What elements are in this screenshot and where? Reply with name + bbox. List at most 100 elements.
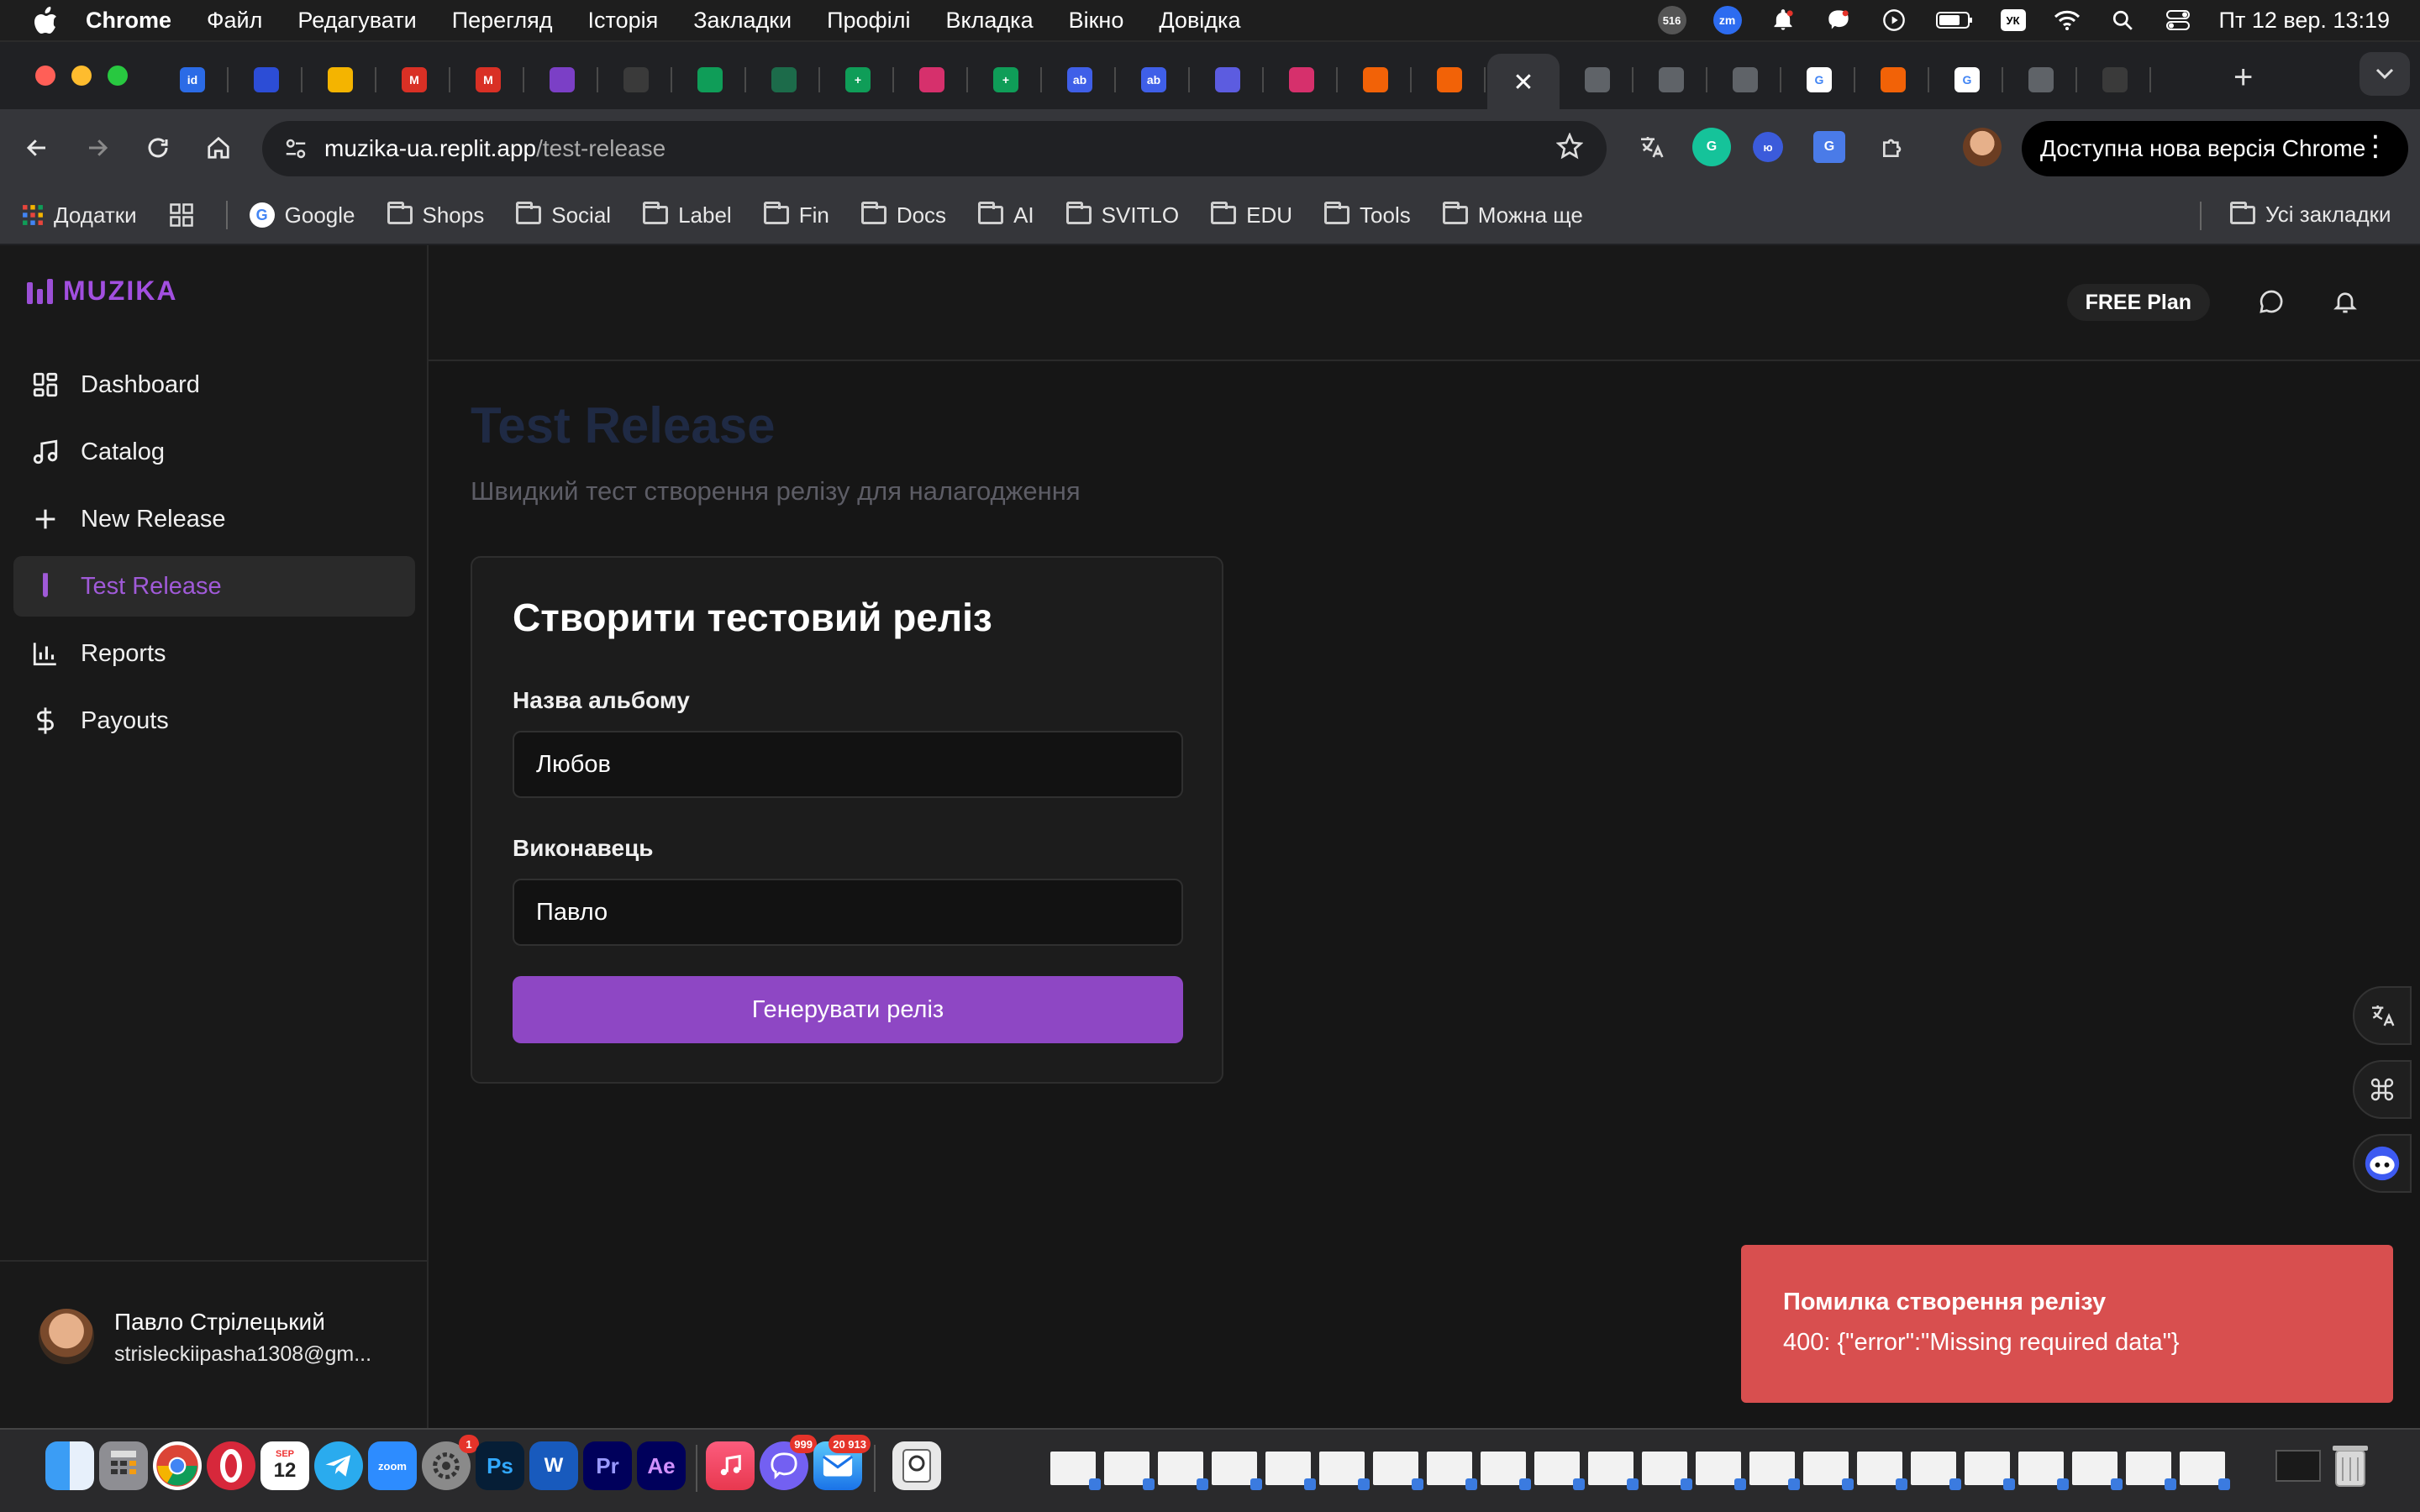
menu-tab[interactable]: Вкладка — [946, 8, 1034, 34]
notification-bell-icon[interactable] — [1769, 6, 1797, 34]
premiere-pro-icon[interactable]: Pr — [583, 1441, 632, 1490]
bell-icon[interactable] — [2326, 282, 2365, 321]
site-settings-icon[interactable] — [279, 132, 313, 165]
minimized-window-thumbnail[interactable] — [2126, 1452, 2176, 1490]
photoshop-icon[interactable]: Ps — [476, 1441, 524, 1490]
browser-tab[interactable] — [304, 54, 376, 106]
close-icon[interactable]: ✕ — [1512, 68, 1534, 97]
minimized-window-thumbnail[interactable] — [2180, 1452, 2230, 1490]
bookmark-folder-svitlo[interactable]: SVITLO — [1065, 202, 1179, 228]
minimized-window-thumbnail[interactable] — [1803, 1452, 1854, 1490]
bookmark-star-icon[interactable] — [1555, 132, 1584, 167]
browser-tab[interactable] — [600, 54, 672, 106]
avatar[interactable] — [39, 1309, 94, 1364]
menu-file[interactable]: Файл — [207, 8, 262, 34]
bookmark-folder-more[interactable]: Можна ще — [1442, 202, 1583, 228]
after-effects-icon[interactable]: Ae — [637, 1441, 686, 1490]
browser-tab[interactable] — [1265, 54, 1338, 106]
tab-groups-button[interactable] — [169, 202, 194, 228]
zoom-status-icon[interactable]: zm — [1712, 6, 1742, 34]
forward-button[interactable] — [79, 129, 116, 166]
minimized-window-thumbnail[interactable] — [1050, 1452, 1101, 1490]
back-button[interactable] — [18, 129, 55, 166]
browser-tab[interactable]: ab — [1118, 54, 1190, 106]
bookmark-folder-fin[interactable]: Fin — [763, 202, 829, 228]
minimized-window-thumbnail[interactable] — [1965, 1452, 2015, 1490]
bookmark-apps[interactable]: Додатки — [22, 202, 137, 228]
browser-tab[interactable] — [2005, 54, 2077, 106]
calendar-icon[interactable]: SEP 12 — [260, 1441, 309, 1490]
bookmark-folder-social[interactable]: Social — [516, 202, 611, 228]
word-icon[interactable]: W — [529, 1441, 578, 1490]
browser-tab[interactable]: id — [156, 54, 229, 106]
minimized-window-thumbnail[interactable] — [1427, 1452, 1477, 1490]
system-settings-icon[interactable]: 1 — [422, 1435, 479, 1490]
wifi-icon[interactable] — [2053, 6, 2081, 34]
status-badge-icon[interactable]: 516 — [1657, 6, 1686, 34]
minimized-window-thumbnail[interactable] — [1696, 1452, 1746, 1490]
home-button[interactable] — [200, 129, 237, 166]
sidebar-item-dashboard[interactable]: Dashboard — [13, 354, 415, 415]
browser-tab-active[interactable]: ✕ — [1487, 54, 1560, 111]
error-toast[interactable]: Помилка створення релізу 400: {"error":"… — [1741, 1245, 2393, 1403]
browser-tab[interactable] — [230, 54, 302, 106]
calculator-icon[interactable] — [99, 1441, 148, 1490]
bookmark-all-folder[interactable]: Усі закладки — [2230, 201, 2391, 228]
apple-menu-icon[interactable] — [32, 6, 60, 34]
bookmark-folder-ai[interactable]: AI — [978, 202, 1034, 228]
browser-tab[interactable]: G — [1783, 54, 1855, 106]
preview-document-icon[interactable] — [892, 1441, 941, 1490]
translate-widget-button[interactable] — [2353, 986, 2412, 1045]
album-name-input[interactable] — [513, 731, 1183, 798]
browser-tab[interactable]: + — [970, 54, 1042, 106]
bookmark-folder-shops[interactable]: Shops — [387, 202, 484, 228]
minimized-window-thumbnail[interactable] — [2072, 1452, 2123, 1490]
browser-tab[interactable] — [748, 54, 820, 106]
minimized-window-thumbnail[interactable] — [1265, 1452, 1316, 1490]
minimized-window-ae[interactable] — [2274, 1441, 2323, 1490]
menu-history[interactable]: Історія — [588, 8, 659, 34]
minimized-window-thumbnail[interactable] — [1104, 1452, 1155, 1490]
bookmark-google[interactable]: G Google — [249, 202, 355, 228]
bookmark-folder-tools[interactable]: Tools — [1324, 202, 1411, 228]
extensions-puzzle-icon[interactable] — [1874, 128, 1912, 166]
sidebar-item-new-release[interactable]: New Release — [13, 489, 415, 549]
trash-icon[interactable] — [2326, 1441, 2375, 1490]
battery-icon[interactable] — [1935, 6, 1974, 34]
minimized-window-thumbnail[interactable] — [1857, 1452, 1907, 1490]
menu-bookmarks[interactable]: Закладки — [693, 8, 792, 34]
sidebar-item-catalog[interactable]: Catalog — [13, 422, 415, 482]
menu-window[interactable]: Вікно — [1069, 8, 1124, 34]
bookmark-folder-docs[interactable]: Docs — [860, 202, 946, 228]
browser-tab[interactable]: M — [452, 54, 524, 106]
reload-button[interactable] — [139, 129, 176, 166]
browser-tab[interactable] — [1413, 54, 1486, 106]
browser-tab[interactable] — [1635, 54, 1707, 106]
zoom-icon[interactable]: zoom — [368, 1441, 417, 1490]
profile-avatar[interactable] — [1963, 128, 2002, 166]
minimized-window-thumbnail[interactable] — [1642, 1452, 1692, 1490]
minimize-window-button[interactable] — [71, 66, 92, 86]
mail-icon[interactable]: 20 913 — [813, 1435, 871, 1490]
sidebar-item-payouts[interactable]: Payouts — [13, 690, 415, 751]
address-bar[interactable]: muzika-ua.replit.app/test-release — [262, 121, 1607, 176]
minimized-window-thumbnail[interactable] — [1911, 1452, 1961, 1490]
browser-tab[interactable]: + — [822, 54, 894, 106]
music-icon[interactable] — [706, 1441, 755, 1490]
bookmark-folder-edu[interactable]: EDU — [1211, 202, 1292, 228]
new-tab-button[interactable]: + — [2233, 59, 2253, 97]
browser-tab[interactable] — [526, 54, 598, 106]
browser-tab[interactable] — [674, 54, 746, 106]
finder-icon[interactable] — [45, 1441, 94, 1490]
sidebar-item-test-release[interactable]: Test Release — [13, 556, 415, 617]
input-source-icon[interactable]: УК — [2000, 9, 2026, 31]
browser-tab[interactable]: G — [1931, 54, 2003, 106]
browser-tab[interactable] — [1709, 54, 1781, 106]
telegram-icon[interactable] — [314, 1441, 363, 1490]
browser-tab[interactable] — [1339, 54, 1412, 106]
user-profile[interactable]: Павло Стрілецький strisleckiipasha1308@g… — [0, 1260, 427, 1428]
play-status-icon[interactable] — [1880, 6, 1908, 34]
translate-extension-icon[interactable] — [1632, 128, 1670, 166]
tab-search-button[interactable] — [2360, 52, 2410, 96]
browser-tab[interactable] — [1192, 54, 1264, 106]
